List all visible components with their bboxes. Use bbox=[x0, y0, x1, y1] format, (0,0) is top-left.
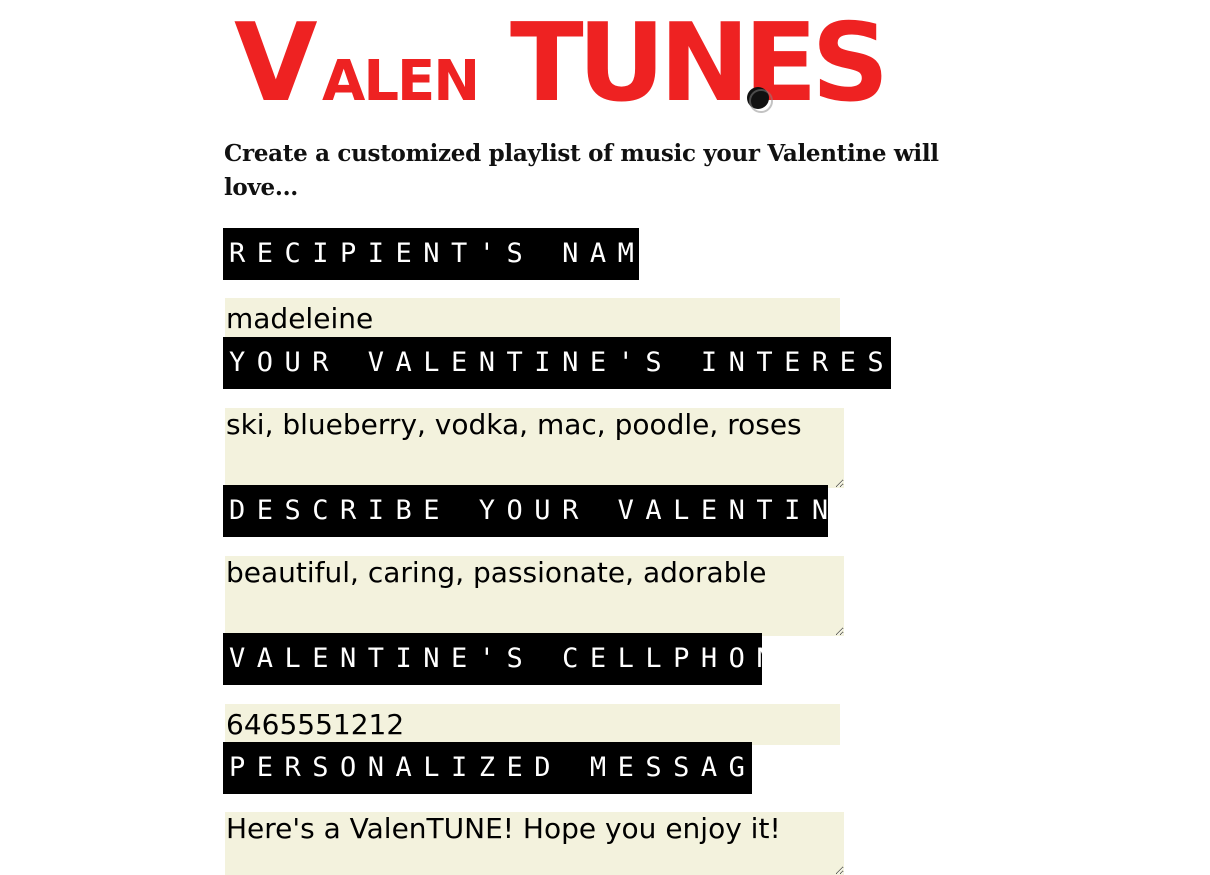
tagline: Create a customized playlist of music yo… bbox=[224, 140, 939, 201]
logo-alen: ALEN bbox=[322, 49, 478, 114]
describe-label: Describe Your Valentine: bbox=[223, 485, 828, 537]
cellphone-label: Valentine's Cellphone: bbox=[223, 633, 762, 685]
interests-textarea[interactable]: ski, blueberry, vodka, mac, poodle, rose… bbox=[225, 408, 844, 488]
logo-v: V bbox=[234, 1, 318, 118]
message-label: Personalized Message: bbox=[223, 742, 752, 794]
message-textarea[interactable]: Here's a ValenTUNE! Hope you enjoy it! bbox=[225, 812, 844, 875]
valentunes-logo: V ALEN TUNES bbox=[234, 1, 889, 118]
interests-label: Your Valentine's Interests: bbox=[223, 337, 891, 389]
recipient-name-input[interactable] bbox=[225, 298, 840, 339]
logo-tunes: TUNES bbox=[510, 1, 883, 118]
recipient-name-label: Recipient's Name: bbox=[223, 228, 639, 280]
cellphone-input[interactable] bbox=[225, 704, 840, 745]
describe-textarea[interactable]: beautiful, caring, passionate, adorable bbox=[225, 556, 844, 636]
